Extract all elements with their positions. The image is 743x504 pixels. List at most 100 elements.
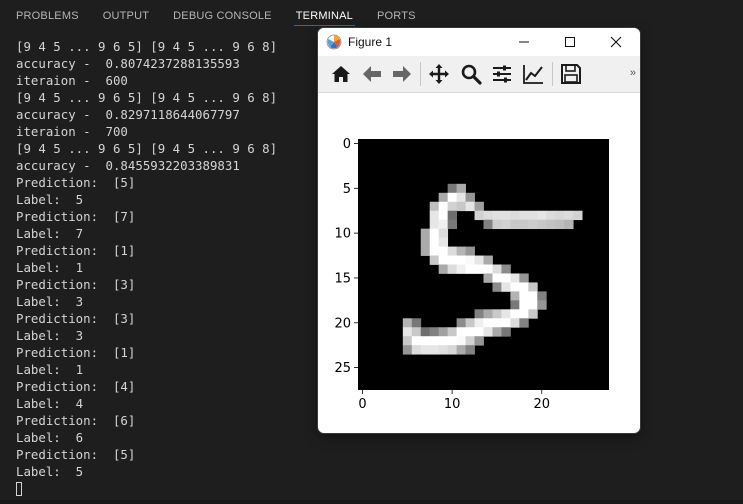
back-button[interactable] — [361, 63, 385, 85]
image-pixel — [528, 282, 538, 292]
minimize-icon — [519, 41, 529, 43]
status-strip — [0, 500, 743, 504]
tab-problems[interactable]: PROBLEMS — [0, 0, 91, 32]
terminal-prompt[interactable] — [16, 480, 316, 497]
image-pixel — [510, 291, 520, 301]
image-pixel — [429, 246, 440, 256]
image-pixel — [519, 210, 529, 221]
terminal-line: iteraion - 700 — [16, 124, 128, 139]
terminal-output[interactable]: [9 4 5 ... 9 6 5] [9 4 5 ... 9 6 8] accur… — [16, 38, 316, 497]
image-pixel — [456, 255, 466, 265]
matplotlib-figure-window[interactable]: Figure 1 » 0 5 10 15 20 25 0 10 20 — [318, 28, 640, 433]
terminal-line: Label: 1 — [16, 260, 84, 275]
image-pixel — [456, 336, 466, 346]
image-pixel — [474, 327, 484, 337]
image-pixel — [465, 336, 475, 346]
image-pixel — [447, 255, 458, 265]
image-pixel — [420, 345, 431, 355]
terminal-line: Label: 1 — [16, 362, 84, 377]
image-pixel — [456, 264, 466, 274]
image-pixel — [510, 210, 520, 221]
image-pixel — [519, 300, 529, 310]
terminal-line: Label: 7 — [16, 226, 84, 241]
pan-button[interactable] — [428, 63, 452, 85]
image-pixel — [483, 219, 493, 230]
image-pixel — [456, 318, 466, 328]
text-cursor — [16, 482, 22, 496]
image-pixel — [438, 255, 449, 265]
image-pixel — [447, 201, 458, 212]
terminal-line: Label: 5 — [16, 464, 84, 479]
image-pixel — [546, 219, 556, 230]
image-pixel — [510, 318, 520, 328]
close-button[interactable] — [605, 32, 627, 52]
image-pixel — [447, 327, 458, 337]
image-pixel — [465, 201, 475, 212]
terminal-line: Prediction: [4] — [16, 379, 136, 394]
image-pixel — [474, 264, 484, 274]
image-pixel — [402, 327, 413, 337]
image-pixel — [483, 309, 493, 319]
image-pixel — [465, 255, 475, 265]
image-pixel — [537, 291, 547, 301]
toolbar-overflow-chevron[interactable]: » — [630, 67, 636, 79]
edit-axis-button[interactable] — [522, 63, 546, 85]
image-pixel — [501, 210, 511, 221]
y-tick-label: 15 — [334, 271, 351, 286]
image-pixel — [465, 192, 475, 203]
minimize-button[interactable] — [513, 32, 535, 52]
y-tick-label: 5 — [343, 182, 351, 197]
forward-button[interactable] — [391, 63, 415, 85]
x-tick-label: 0 — [358, 397, 366, 412]
mnist-digit-plot[interactable]: 0 5 10 15 20 25 0 10 20 — [318, 93, 640, 433]
image-pixel — [438, 237, 449, 247]
image-pixel — [429, 228, 440, 239]
image-pixel — [420, 237, 431, 247]
image-pixel — [456, 192, 466, 203]
image-pixel — [465, 318, 475, 328]
image-pixel — [438, 327, 449, 337]
tab-debug-console[interactable]: DEBUG CONSOLE — [161, 0, 284, 32]
tab-output[interactable]: OUTPUT — [91, 0, 161, 32]
image-pixel — [528, 300, 538, 310]
image-pixel — [492, 210, 502, 221]
image-pixel — [420, 336, 431, 346]
image-pixel — [519, 219, 529, 230]
image-pixel — [438, 345, 449, 355]
image-pixel — [447, 210, 458, 221]
image-pixel — [483, 255, 493, 265]
zoom-button[interactable] — [460, 63, 484, 85]
save-button[interactable] — [560, 63, 584, 85]
toolbar-separator — [420, 62, 421, 86]
image-pixel — [483, 318, 493, 328]
image-pixel — [456, 183, 466, 194]
maximize-icon — [565, 37, 575, 47]
terminal-line: Label: 3 — [16, 328, 84, 343]
image-pixel — [510, 309, 520, 319]
maximize-button[interactable] — [559, 32, 581, 52]
image-pixel — [492, 327, 502, 337]
image-pixel — [501, 318, 511, 328]
terminal-line: [9 4 5 ... 9 6 5] [9 4 5 ... 9 6 8] — [16, 141, 278, 156]
image-pixel — [555, 219, 565, 230]
window-titlebar[interactable]: Figure 1 — [318, 28, 640, 56]
home-button[interactable] — [330, 63, 354, 85]
configure-subplots-button[interactable] — [491, 63, 515, 85]
terminal-line: [9 4 5 ... 9 6 5] [9 4 5 ... 9 6 8] — [16, 39, 278, 54]
image-pixel — [429, 345, 440, 355]
image-pixel — [465, 264, 475, 274]
matplotlib-app-icon — [326, 34, 342, 50]
y-tick-label: 25 — [334, 361, 351, 376]
image-pixel — [501, 327, 511, 337]
terminal-line: Prediction: [1] — [16, 243, 136, 258]
terminal-line: Prediction: [3] — [16, 277, 136, 292]
image-pixel — [537, 219, 547, 230]
terminal-line: Prediction: [7] — [16, 209, 136, 224]
image-pixel — [447, 345, 458, 355]
image-pixel — [528, 309, 538, 319]
image-pixel — [438, 264, 449, 274]
image-pixel — [438, 336, 449, 346]
image-pixel — [447, 336, 458, 346]
image-pixel — [456, 327, 466, 337]
image-pixel — [519, 291, 529, 301]
